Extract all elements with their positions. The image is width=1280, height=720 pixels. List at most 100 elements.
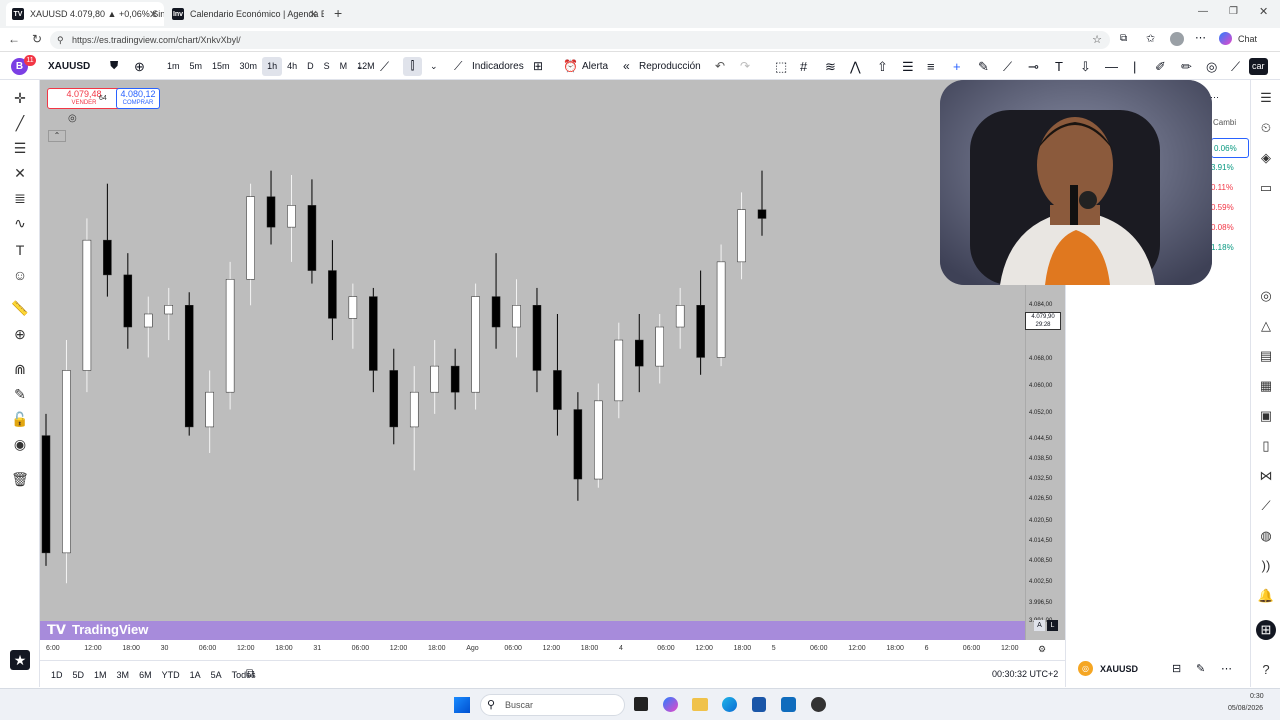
reload-icon[interactable]: ↻ bbox=[32, 32, 42, 46]
trend-line-icon[interactable]: ╱ bbox=[10, 113, 30, 133]
measure-icon[interactable]: ⟋ bbox=[1231, 53, 1240, 80]
book-icon[interactable]: ▯ bbox=[1256, 436, 1276, 456]
sell-button[interactable]: 4.079,48 VENDER bbox=[47, 88, 121, 109]
target-icon[interactable]: ◎ bbox=[1256, 286, 1276, 306]
new-tab-button[interactable]: + bbox=[334, 5, 342, 21]
chevron-down-icon[interactable]: ⌄ bbox=[356, 53, 364, 80]
range-6M[interactable]: 6M bbox=[134, 670, 157, 680]
taskbar-time[interactable]: 0:30 bbox=[1250, 693, 1264, 700]
range-YTD[interactable]: YTD bbox=[157, 670, 185, 680]
buy-button[interactable]: 4.080,12 COMPRAR bbox=[116, 88, 160, 109]
interval-4h[interactable]: 4h bbox=[282, 57, 302, 76]
eye-icon[interactable]: ◉ bbox=[10, 434, 30, 454]
edit-icon[interactable]: ✎ bbox=[1196, 662, 1205, 675]
apps-grid-icon[interactable]: ⊞ bbox=[1256, 620, 1276, 640]
lock-icon[interactable]: 🔓 bbox=[10, 409, 30, 429]
symbol-search[interactable]: XAUUSD bbox=[48, 53, 90, 80]
split-screen-icon[interactable]: ⧉ bbox=[1120, 33, 1127, 44]
fib-icon[interactable]: ≣ bbox=[10, 188, 30, 208]
browser-tab[interactable]: Inv Calendario Económico | Agenda E ✕ bbox=[166, 2, 324, 26]
interval-30m[interactable]: 30m bbox=[235, 57, 263, 76]
calendar-icon[interactable]: ▤ bbox=[1256, 346, 1276, 366]
help-icon[interactable]: ? bbox=[1256, 660, 1276, 680]
select-rect-icon[interactable]: ⬚ bbox=[775, 53, 787, 80]
taskbar-date[interactable]: 05/08/2026 bbox=[1228, 705, 1263, 712]
ray-tool-icon[interactable]: ⊸ bbox=[1028, 53, 1039, 80]
collapse-legend-button[interactable]: ⌃ bbox=[48, 130, 66, 142]
log-scale-button[interactable]: L bbox=[1047, 620, 1058, 631]
range-Todos[interactable]: Todos bbox=[227, 670, 261, 680]
close-window-button[interactable]: ✕ bbox=[1259, 5, 1268, 18]
crosshair-icon[interactable]: ✛ bbox=[10, 88, 30, 108]
interval-5m[interactable]: 5m bbox=[185, 57, 208, 76]
windows-start-icon[interactable] bbox=[454, 697, 470, 713]
bell-icon[interactable]: 🔔 bbox=[1256, 586, 1276, 606]
interval-D[interactable]: D bbox=[302, 57, 319, 76]
brush-icon[interactable]: ∿ bbox=[10, 213, 30, 233]
interval-1h[interactable]: 1h bbox=[262, 57, 283, 76]
change-value[interactable]: 0.06% bbox=[1211, 138, 1249, 158]
interval-15m[interactable]: 15m bbox=[207, 57, 235, 76]
stream-icon[interactable]: )) bbox=[1256, 556, 1276, 576]
fib-tool-icon[interactable]: ≋ bbox=[825, 53, 836, 80]
vertical-line-icon[interactable]: | bbox=[1133, 53, 1136, 80]
change-value[interactable]: 1.18% bbox=[1211, 238, 1249, 258]
store-icon[interactable] bbox=[752, 697, 766, 712]
car-button[interactable]: car bbox=[1249, 58, 1268, 75]
layers-icon[interactable]: ◈ bbox=[1256, 148, 1276, 168]
profile-avatar[interactable] bbox=[1170, 32, 1184, 46]
crosshair-tool-icon[interactable]: + bbox=[953, 53, 961, 80]
line-chart-type-icon[interactable]: ⟋ bbox=[380, 53, 389, 80]
text-tool-icon[interactable]: T bbox=[1055, 53, 1063, 80]
copilot-taskbar-icon[interactable] bbox=[663, 697, 678, 712]
undo-icon[interactable]: ↶ bbox=[715, 53, 725, 80]
time-axis[interactable]: 6:00 12:00 18:00 30 06:00 12:00 18:00 31 06:00 12… bbox=[40, 640, 1065, 660]
parallel-tool-icon[interactable]: ≡ bbox=[927, 53, 935, 80]
target-icon[interactable]: ◎ bbox=[1206, 53, 1217, 80]
trash-icon[interactable]: 🗑 bbox=[10, 469, 30, 489]
trend-line-icon[interactable]: ⟋ bbox=[1003, 53, 1012, 80]
layout-icon[interactable]: ⊟ bbox=[1172, 662, 1181, 675]
pencil-lock-icon[interactable]: ✎ bbox=[10, 384, 30, 404]
range-1A[interactable]: 1A bbox=[185, 670, 206, 680]
compare-add-icon[interactable]: ⊕ bbox=[134, 53, 145, 80]
pattern-icon[interactable]: ✕ bbox=[10, 163, 30, 183]
pencil-tool-icon[interactable]: ✏ bbox=[1181, 53, 1192, 80]
text-icon[interactable]: T bbox=[10, 240, 30, 260]
alert-button[interactable]: Alerta bbox=[582, 53, 608, 80]
grid-tool-icon[interactable]: # bbox=[800, 53, 807, 80]
pattern-tool-icon[interactable]: ⋀ bbox=[850, 53, 861, 80]
replay-button[interactable]: Reproducción bbox=[639, 53, 701, 80]
brush-tool-icon[interactable]: ✎ bbox=[978, 53, 989, 80]
file-explorer-icon[interactable] bbox=[692, 698, 708, 711]
range-5A[interactable]: 5A bbox=[206, 670, 227, 680]
strategy-icon[interactable]: ⋈ bbox=[1256, 466, 1276, 486]
minimize-window-button[interactable]: — bbox=[1198, 6, 1208, 17]
more-icon[interactable]: ⋯ bbox=[1221, 662, 1232, 675]
news-icon[interactable]: ▦ bbox=[1256, 376, 1276, 396]
indicators-button[interactable]: Indicadores bbox=[472, 53, 524, 80]
screener-icon[interactable]: ▣ bbox=[1256, 406, 1276, 426]
pen-tool-icon[interactable]: ✐ bbox=[1155, 53, 1166, 80]
outlook-icon[interactable] bbox=[781, 697, 796, 712]
clock-text[interactable]: 00:30:32 UTC+2 bbox=[992, 669, 1058, 679]
range-5D[interactable]: 5D bbox=[68, 670, 90, 680]
edge-browser-icon[interactable] bbox=[722, 697, 737, 712]
interval-1m[interactable]: 1m bbox=[162, 57, 185, 76]
settings-gear-icon[interactable]: ⚙ bbox=[1038, 644, 1046, 655]
url-input[interactable]: ⚲ https://es.tradingview.com/chart/XnkvX… bbox=[50, 31, 1110, 49]
close-tab-icon[interactable]: ✕ bbox=[149, 8, 158, 21]
range-3M[interactable]: 3M bbox=[112, 670, 135, 680]
ruler-icon[interactable]: 📏 bbox=[10, 298, 30, 318]
horizontal-lines-icon[interactable]: ☰ bbox=[10, 138, 30, 158]
visibility-eye-icon[interactable]: ◎ bbox=[68, 113, 77, 124]
candles-chart-type-icon[interactable]: ⫿ bbox=[403, 57, 422, 76]
watchlist-star-icon[interactable]: ★ bbox=[10, 650, 30, 670]
chat-bubble-icon[interactable]: ▭ bbox=[1256, 178, 1276, 198]
maximize-window-button[interactable]: ❐ bbox=[1229, 6, 1238, 17]
change-value[interactable]: 0.08% bbox=[1211, 218, 1249, 238]
range-1D[interactable]: 1D bbox=[46, 670, 68, 680]
chart-pane[interactable]: 4.079,48 VENDER 64 4.080,12 COMPRAR ◎ ⌃ … bbox=[40, 80, 1025, 640]
interval-M[interactable]: M bbox=[335, 57, 353, 76]
chat-label[interactable]: Chat bbox=[1238, 34, 1257, 44]
